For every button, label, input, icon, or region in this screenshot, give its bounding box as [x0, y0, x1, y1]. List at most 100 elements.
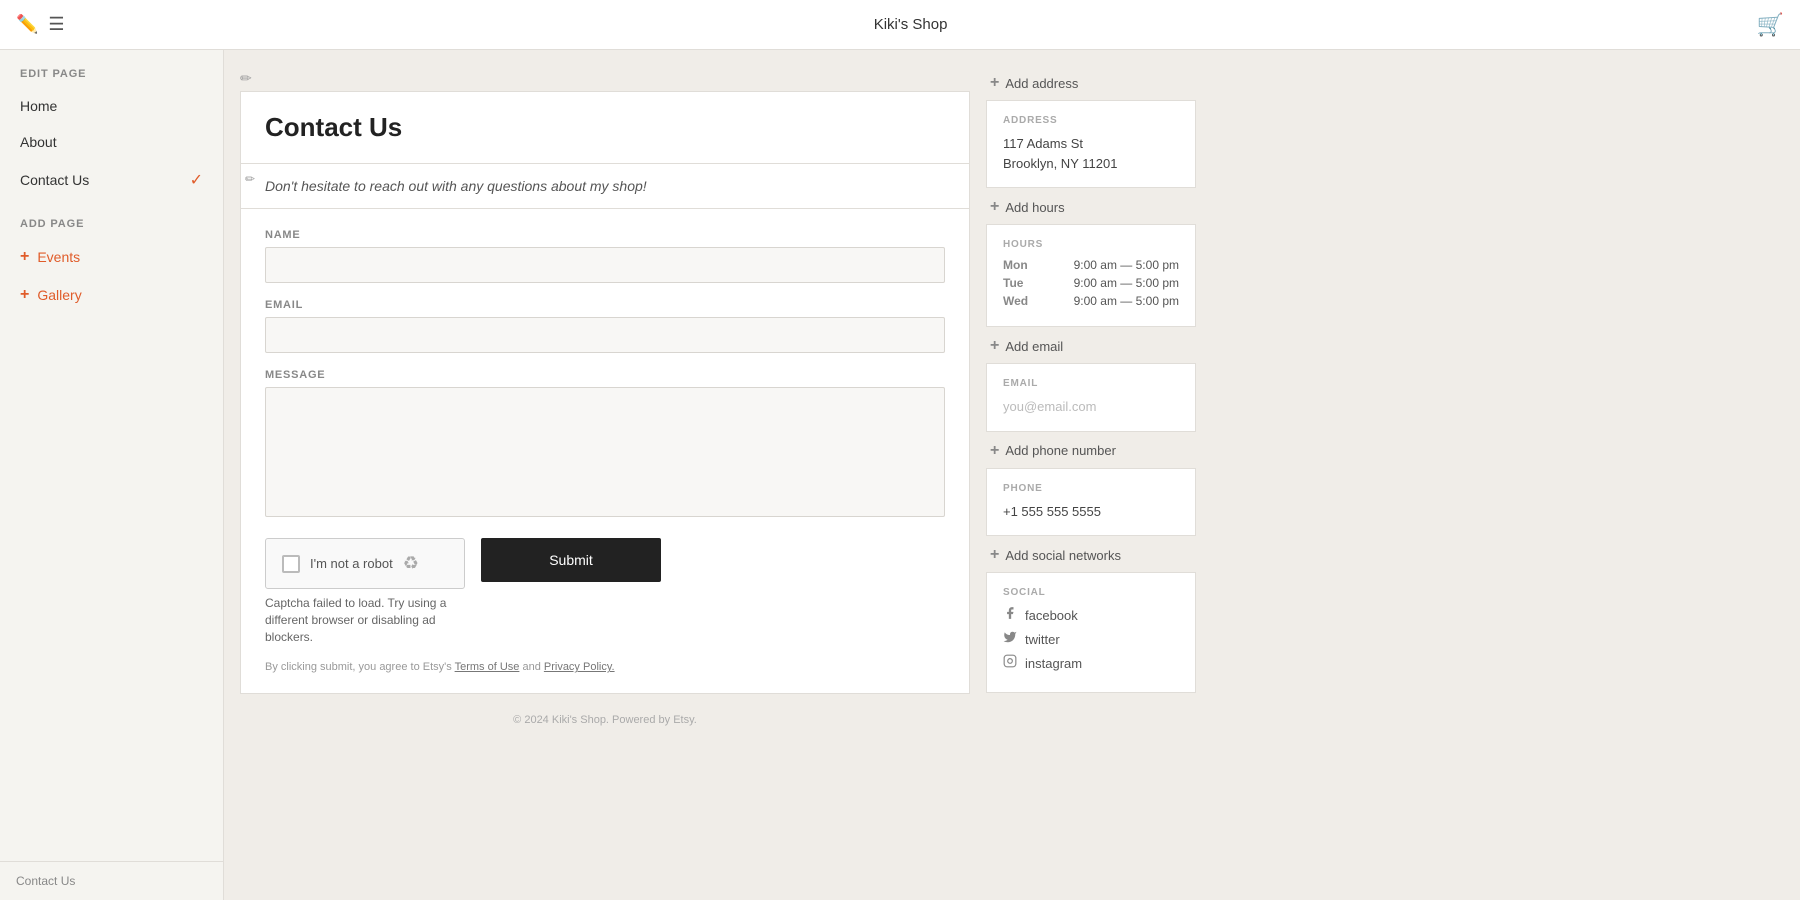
events-label: Events: [37, 249, 80, 265]
top-bar-left: ✏️ ☰: [16, 14, 65, 35]
add-email-button[interactable]: + Add email: [986, 329, 1196, 363]
shop-title: Kiki's Shop: [874, 16, 948, 33]
phone-section-label: PHONE: [1003, 483, 1179, 494]
add-page-label: ADD PAGE: [0, 200, 223, 238]
add-address-button[interactable]: + Add address: [986, 66, 1196, 100]
address-line1: 117 Adams St: [1003, 134, 1179, 154]
add-address-label: Add address: [1005, 76, 1078, 91]
footer-text: By clicking submit, you agree to Etsy's: [265, 661, 455, 673]
hours-row-tue: Tue 9:00 am — 5:00 pm: [1003, 276, 1179, 290]
captcha-label: I'm not a robot: [310, 556, 393, 571]
sidebar-contact-label: Contact Us: [20, 172, 89, 188]
hours-row-wed: Wed 9:00 am — 5:00 pm: [1003, 294, 1179, 308]
list-icon[interactable]: ☰: [48, 14, 64, 35]
captcha-error: Captcha failed to load. Try using a diff…: [265, 595, 465, 645]
sidebar-item-about[interactable]: About: [0, 124, 223, 160]
plus-icon-address: +: [990, 74, 999, 92]
sidebar-footer: Contact Us: [0, 861, 223, 900]
name-input[interactable]: [265, 247, 945, 283]
social-card: SOCIAL facebook twitter: [986, 572, 1196, 693]
add-phone-button[interactable]: + Add phone number: [986, 434, 1196, 468]
privacy-link[interactable]: Privacy Policy.: [544, 661, 615, 673]
content-area: ✏ Contact Us ✏ Don't hesitate to reach o…: [224, 50, 1800, 900]
tue-label: Tue: [1003, 276, 1033, 290]
phone-card: PHONE +1 555 555 5555: [986, 468, 1196, 537]
facebook-icon: [1003, 606, 1017, 624]
address-section-label: ADDRESS: [1003, 115, 1179, 126]
name-label: NAME: [265, 229, 945, 241]
wed-label: Wed: [1003, 294, 1033, 308]
instagram-row: instagram: [1003, 654, 1179, 672]
captcha-checkbox[interactable]: [282, 555, 300, 573]
check-icon: ✓: [190, 170, 203, 190]
description-text: Don't hesitate to reach out with any que…: [265, 178, 945, 194]
social-section-label: SOCIAL: [1003, 587, 1179, 598]
page-footer: © 2024 Kiki's Shop. Powered by Etsy.: [240, 694, 970, 746]
address-card: ADDRESS 117 Adams St Brooklyn, NY 11201: [986, 100, 1196, 188]
facebook-label: facebook: [1025, 608, 1078, 623]
top-bar: ✏️ ☰ Kiki's Shop 🛒: [0, 0, 1800, 50]
wed-time: 9:00 am — 5:00 pm: [1074, 294, 1179, 308]
message-textarea[interactable]: [265, 387, 945, 517]
twitter-row: twitter: [1003, 630, 1179, 648]
add-events-button[interactable]: + Events: [0, 238, 223, 276]
plus-icon-social: +: [990, 546, 999, 564]
recaptcha-icon: ♻: [403, 553, 419, 574]
plus-icon-email: +: [990, 337, 999, 355]
and-text: and: [522, 661, 543, 673]
message-field-group: MESSAGE: [265, 369, 945, 522]
main-layout: EDIT PAGE Home About Contact Us ✓ ADD PA…: [0, 50, 1800, 900]
sidebar-home-label: Home: [20, 98, 57, 114]
add-phone-label: Add phone number: [1005, 443, 1116, 458]
captcha-box[interactable]: I'm not a robot ♻: [265, 538, 465, 589]
email-field-group: EMAIL: [265, 299, 945, 353]
email-input[interactable]: [265, 317, 945, 353]
add-social-button[interactable]: + Add social networks: [986, 538, 1196, 572]
tue-time: 9:00 am — 5:00 pm: [1074, 276, 1179, 290]
mon-time: 9:00 am — 5:00 pm: [1074, 258, 1179, 272]
add-email-label: Add email: [1005, 339, 1063, 354]
title-edit-icon[interactable]: ✏: [240, 70, 252, 87]
mon-label: Mon: [1003, 258, 1033, 272]
captcha-row: I'm not a robot ♻ Captcha failed to load…: [265, 538, 945, 645]
sidebar-item-contact[interactable]: Contact Us ✓: [0, 160, 223, 200]
edit-pencil-bar: ✏: [240, 66, 970, 91]
submit-button[interactable]: Submit: [481, 538, 661, 582]
terms-link[interactable]: Terms of Use: [455, 661, 520, 673]
sidebar-about-label: About: [20, 134, 57, 150]
form-footer: By clicking submit, you agree to Etsy's …: [265, 661, 945, 673]
description-block: ✏ Don't hesitate to reach out with any q…: [240, 164, 970, 209]
facebook-row: facebook: [1003, 606, 1179, 624]
plus-icon-gallery: +: [20, 286, 29, 304]
email-card: EMAIL you@email.com: [986, 363, 1196, 432]
contact-form: NAME EMAIL MESSAGE I'm not a robot: [240, 209, 970, 694]
right-panel: + Add address ADDRESS 117 Adams St Brook…: [986, 66, 1196, 884]
edit-page-label: EDIT PAGE: [0, 50, 223, 88]
sidebar-item-home[interactable]: Home: [0, 88, 223, 124]
desc-edit-icon[interactable]: ✏: [245, 172, 255, 186]
add-gallery-button[interactable]: + Gallery: [0, 276, 223, 314]
sidebar-footer-text: Contact Us: [16, 874, 75, 888]
instagram-icon: [1003, 654, 1017, 672]
email-section-label: EMAIL: [1003, 378, 1179, 389]
email-label: EMAIL: [265, 299, 945, 311]
plus-icon: +: [20, 248, 29, 266]
address-line2: Brooklyn, NY 11201: [1003, 154, 1179, 174]
hours-section-label: HOURS: [1003, 239, 1179, 250]
add-social-label: Add social networks: [1005, 548, 1121, 563]
plus-icon-hours: +: [990, 198, 999, 216]
twitter-label: twitter: [1025, 632, 1060, 647]
page-title: Contact Us: [265, 112, 945, 143]
sidebar: EDIT PAGE Home About Contact Us ✓ ADD PA…: [0, 50, 224, 900]
hours-row-mon: Mon 9:00 am — 5:00 pm: [1003, 258, 1179, 272]
cart-icon[interactable]: 🛒: [1757, 12, 1784, 38]
edit-icon[interactable]: ✏️: [16, 14, 38, 35]
instagram-label: instagram: [1025, 656, 1082, 671]
page-editor: ✏ Contact Us ✏ Don't hesitate to reach o…: [240, 66, 970, 884]
plus-icon-phone: +: [990, 442, 999, 460]
email-placeholder: you@email.com: [1003, 397, 1179, 417]
message-label: MESSAGE: [265, 369, 945, 381]
add-hours-button[interactable]: + Add hours: [986, 190, 1196, 224]
add-hours-label: Add hours: [1005, 200, 1064, 215]
page-title-block: Contact Us: [240, 91, 970, 164]
